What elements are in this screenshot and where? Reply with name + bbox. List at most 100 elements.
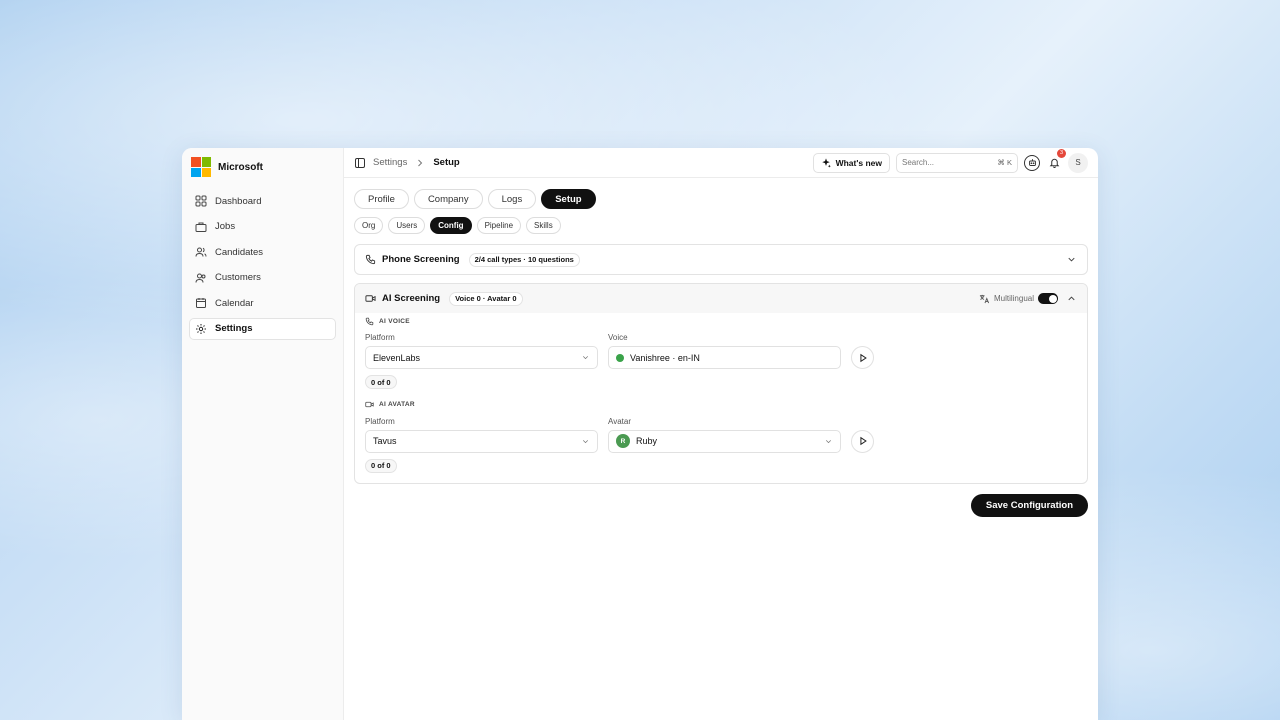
- chevron-down-icon[interactable]: [1066, 254, 1077, 265]
- sub-tabs: Org Users Config Pipeline Skills: [354, 217, 1088, 234]
- breadcrumb-settings[interactable]: Settings: [373, 157, 407, 168]
- tab-profile[interactable]: Profile: [354, 189, 409, 209]
- sparkle-icon: [821, 157, 831, 168]
- sidebar-item-dashboard[interactable]: Dashboard: [189, 190, 336, 213]
- subtab-pipeline[interactable]: Pipeline: [476, 217, 522, 234]
- ai-avatar-section: AI AVATAR Platform Tavus Avatar R Ruby 0…: [355, 398, 1087, 484]
- sidebar-item-label: Candidates: [215, 246, 264, 258]
- phone-icon: [365, 254, 376, 265]
- sidebar-item-label: Calendar: [215, 297, 254, 309]
- tab-company[interactable]: Company: [413, 189, 483, 209]
- main-tabs: Profile Company Logs Setup: [354, 189, 1088, 209]
- sidebar-item-jobs[interactable]: Jobs: [189, 216, 336, 239]
- sidebar-item-settings[interactable]: Settings: [189, 317, 336, 340]
- multilingual-toggle[interactable]: [1038, 293, 1058, 304]
- search-input[interactable]: Search... ⌘ K: [896, 152, 1018, 173]
- gear-icon: [196, 323, 206, 334]
- sidebar-item-label: Dashboard: [215, 195, 262, 207]
- search-shortcut: ⌘ K: [997, 158, 1012, 167]
- ai-screening-header[interactable]: AI Screening Voice 0 · Avatar 0 Multilin…: [355, 284, 1087, 313]
- sidebar: Microsoft Dashboard Jobs Candidates Cust…: [182, 148, 344, 720]
- ai-voice-row: Platform ElevenLabs Voice Vanishree · en…: [365, 331, 1077, 369]
- select-value: Ruby: [636, 436, 658, 446]
- voice-select[interactable]: Vanishree · en-IN: [608, 346, 841, 369]
- settings-content: Profile Company Logs Setup Org Users Con…: [344, 178, 1098, 528]
- chevron-right-icon: [418, 159, 423, 166]
- play-voice-button[interactable]: [851, 346, 874, 369]
- voice-count: 0 of 0: [365, 375, 397, 389]
- chevron-down-icon: [825, 439, 832, 443]
- subtab-users[interactable]: Users: [388, 217, 426, 234]
- main-panel: Settings Setup What's new Search... ⌘ K: [344, 148, 1098, 720]
- subtab-skills[interactable]: Skills: [526, 217, 561, 234]
- avatar-count: 0 of 0: [365, 458, 397, 473]
- video-icon: [365, 295, 376, 302]
- grid-icon: [195, 195, 207, 207]
- topbar: Settings Setup What's new Search... ⌘ K: [344, 148, 1098, 178]
- video-icon: [365, 401, 374, 408]
- briefcase-icon: [195, 222, 207, 232]
- ai-screening-card: AI Screening Voice 0 · Avatar 0 Multilin…: [354, 283, 1088, 484]
- breadcrumb-current: Setup: [433, 157, 460, 168]
- robot-icon[interactable]: [1024, 154, 1040, 171]
- ai-screening-badge: Voice 0 · Avatar 0: [449, 291, 523, 306]
- field-label: Platform: [365, 333, 395, 342]
- sidebar-item-label: Customers: [215, 272, 261, 284]
- avatar-platform-select[interactable]: Tavus: [365, 429, 598, 453]
- whats-new-button[interactable]: What's new: [812, 152, 890, 173]
- avatar-initial: R: [616, 434, 630, 448]
- tab-logs[interactable]: Logs: [487, 189, 537, 209]
- field-label: Platform: [365, 416, 395, 426]
- sidebar-item-candidates[interactable]: Candidates: [189, 241, 336, 264]
- user-group-icon: [195, 273, 206, 283]
- field-label: Avatar: [608, 416, 631, 426]
- subtab-config[interactable]: Config: [430, 217, 472, 234]
- chevron-down-icon: [582, 439, 589, 443]
- multilingual-label: Multilingual: [993, 294, 1034, 303]
- breadcrumb: Settings Setup: [354, 157, 460, 169]
- voice-platform-field: Platform ElevenLabs: [365, 331, 598, 369]
- users-icon: [195, 247, 207, 257]
- ai-voice-heading: AI VOICE: [365, 314, 1077, 328]
- ai-avatar-heading: AI AVATAR: [365, 398, 1077, 412]
- phone-screening-badge: 2/4 call types · 10 questions: [468, 252, 580, 267]
- tab-setup[interactable]: Setup: [541, 189, 596, 209]
- notifications-button[interactable]: 3: [1046, 148, 1066, 171]
- voice-platform-select[interactable]: ElevenLabs: [365, 346, 598, 369]
- ai-voice-section: AI VOICE Platform ElevenLabs Voice Vanis…: [355, 313, 1087, 390]
- ai-avatar-label: AI AVATAR: [379, 401, 415, 408]
- brand: Microsoft: [189, 156, 336, 190]
- sidebar-item-customers[interactable]: Customers: [189, 267, 336, 290]
- select-value: ElevenLabs: [373, 352, 421, 363]
- status-dot-icon: [616, 353, 624, 362]
- phone-screening-card: Phone Screening 2/4 call types · 10 ques…: [354, 244, 1088, 275]
- chevron-up-icon[interactable]: [1066, 293, 1077, 304]
- avatar[interactable]: S: [1068, 152, 1088, 173]
- ai-screening-title: AI Screening: [382, 293, 441, 304]
- save-configuration-button[interactable]: Save Configuration: [970, 494, 1088, 517]
- app-window: Microsoft Dashboard Jobs Candidates Cust…: [182, 148, 1098, 720]
- phone-screening-header[interactable]: Phone Screening 2/4 call types · 10 ques…: [355, 245, 1087, 274]
- calendar-icon: [196, 298, 206, 309]
- ai-voice-label: AI VOICE: [379, 317, 410, 325]
- sidebar-item-label: Jobs: [215, 221, 236, 233]
- avatar-select[interactable]: R Ruby: [608, 429, 841, 453]
- subtab-org[interactable]: Org: [354, 217, 384, 234]
- sidebar-toggle-icon[interactable]: [354, 157, 366, 169]
- microsoft-logo-icon: [191, 157, 211, 177]
- search-placeholder: Search...: [902, 158, 935, 167]
- play-icon: [859, 436, 867, 446]
- play-icon: [859, 353, 867, 362]
- ai-avatar-row: Platform Tavus Avatar R Ruby: [365, 415, 1077, 453]
- avatar-platform-field: Platform Tavus: [365, 415, 598, 453]
- sidebar-nav: Dashboard Jobs Candidates Customers Cale…: [189, 190, 336, 340]
- avatar-field: Avatar R Ruby: [608, 415, 841, 453]
- save-row: Save Configuration: [354, 494, 1088, 517]
- sidebar-item-calendar[interactable]: Calendar: [189, 292, 336, 315]
- play-avatar-button[interactable]: [851, 429, 874, 453]
- translate-icon: [979, 294, 990, 304]
- chevron-down-icon: [582, 356, 589, 360]
- select-value: Vanishree · en-IN: [630, 352, 700, 363]
- phone-screening-title: Phone Screening: [382, 254, 460, 265]
- whats-new-label: What's new: [835, 157, 882, 168]
